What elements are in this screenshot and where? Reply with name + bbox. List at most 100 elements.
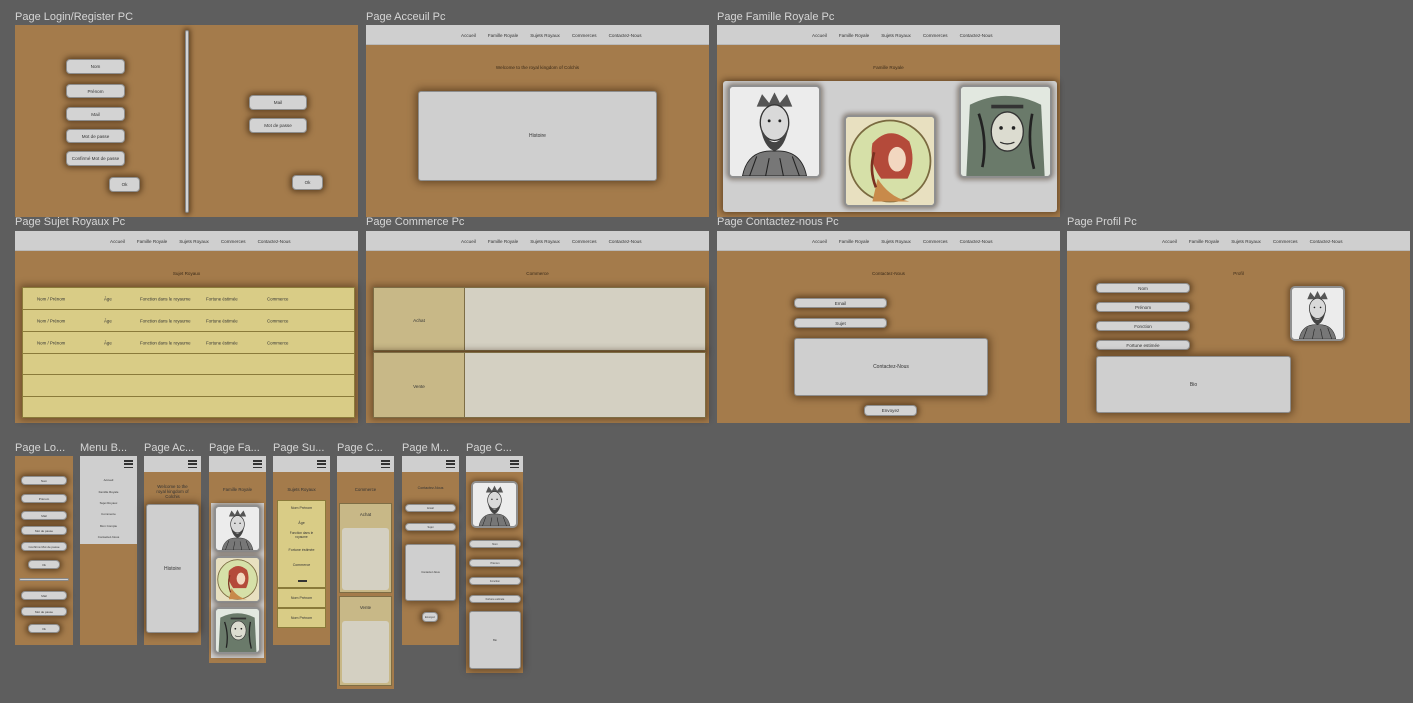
nav-contact[interactable]: Contactez-Nous [960,33,993,38]
collapse-handle[interactable] [298,580,307,582]
table-row[interactable]: Nom / Prénom Âge Fonction dans le royaum… [23,288,354,310]
nav-accueil[interactable]: Accueil [1162,239,1177,244]
m-mail2[interactable]: Mail [21,591,67,600]
m-ok[interactable]: Ok [28,560,60,569]
nav-contact[interactable]: Contactez-Nous [258,239,291,244]
m-achat-section[interactable]: Achat [339,503,392,593]
nav-contact[interactable]: Contactez-Nous [609,33,642,38]
nav-famille[interactable]: Famille Royale [1189,239,1219,244]
m-bio[interactable]: Bio [469,611,521,669]
nom-field[interactable]: Nom [66,59,125,74]
password-field[interactable]: Mot de passe [66,129,125,143]
m-table-row[interactable]: Nom Prénom [277,588,326,608]
nav-sujets[interactable]: Sujets Royaux [1231,239,1261,244]
achat-section[interactable]: Achat [373,287,706,351]
m-achat-content [342,528,389,590]
login-password-field[interactable]: Mot de passe [249,118,307,133]
burger-icon[interactable] [510,460,519,468]
login-mail-field[interactable]: Mail [249,95,307,110]
sujet-field[interactable]: Sujet [794,318,887,328]
m-email[interactable]: Email [405,504,456,512]
nav-sujets[interactable]: Sujets Royaux [179,239,209,244]
envoyez-button[interactable]: Envoyez [864,405,917,416]
nav-accueil[interactable]: Accueil [110,239,125,244]
nav-commerces[interactable]: Commerces [923,239,948,244]
prenom-field[interactable]: Prénom [66,84,125,98]
table-row[interactable]: Nom / Prénom Âge Fonction dans le royaum… [23,332,354,354]
m-mail[interactable]: Mail [21,511,67,520]
table-row[interactable]: Nom / Prénom Âge Fonction dans le royaum… [23,310,354,332]
burger-icon[interactable] [188,460,197,468]
mail-field[interactable]: Mail [66,107,125,121]
nav-contact[interactable]: Contactez-Nous [1310,239,1343,244]
m-ok2[interactable]: Ok [28,624,60,633]
m-profil-fonction[interactable]: Fonction [469,577,521,585]
burger-icon[interactable] [381,460,390,468]
nav-sujets[interactable]: Sujets Royaux [530,239,560,244]
nav-commerces[interactable]: Commerces [1273,239,1298,244]
m-profil-prenom[interactable]: Prénom [469,559,521,567]
nav-famille[interactable]: Famille Royale [839,239,869,244]
login-ok-button[interactable]: Ok [292,175,323,190]
nav-accueil[interactable]: Accueil [461,33,476,38]
burger-icon[interactable] [317,460,326,468]
menu-item-sujets[interactable]: Sujet Royaux [80,501,137,505]
table-row[interactable] [23,354,354,375]
nav-sujets[interactable]: Sujets Royaux [881,239,911,244]
profil-fonction[interactable]: Fonction [1096,321,1190,331]
m-confirm[interactable]: Confirmé Mot de passe [21,542,67,551]
m-mdp[interactable]: Mot de passe [21,526,67,535]
menu-item-accueil[interactable]: Accueil [80,478,137,482]
m-divider [19,578,69,581]
nav-accueil[interactable]: Accueil [461,239,476,244]
nav-accueil[interactable]: Accueil [812,33,827,38]
confirm-password-field[interactable]: Confirmé Mot de passe [66,151,125,166]
message-textarea[interactable]: Contactez-Nous [794,338,988,396]
m-message[interactable]: Contactez-Nous [405,544,456,601]
nav-famille[interactable]: Famille Royale [488,239,518,244]
m-table-row[interactable]: Nom Prénom [277,608,326,628]
menu-item-commerce[interactable]: Commerce [80,512,137,516]
menu-item-compte[interactable]: Mon Compte [80,524,137,528]
login-pc-frame: Nom Prénom Mail Mot de passe Confirmé Mo… [15,25,358,217]
m-prenom[interactable]: Prénom [21,494,67,503]
menu-item-famille[interactable]: Famille Royale [80,490,137,494]
nav-commerces[interactable]: Commerces [572,33,597,38]
m-subject-card[interactable]: Nom Prénom Âge Fonction dans le royaume … [277,500,326,588]
burger-icon[interactable] [446,460,455,468]
nav-famille[interactable]: Famille Royale [839,33,869,38]
table-row[interactable] [23,375,354,397]
profil-nom[interactable]: Nom [1096,283,1190,293]
m-menu-frame: Accueil Famille Royale Sujet Royaux Comm… [80,456,137,645]
menu-item-contact[interactable]: Contactez-Nous [80,535,137,539]
email-field[interactable]: Email [794,298,887,308]
burger-icon[interactable] [253,460,262,468]
m-envoyez[interactable]: Envoyez [422,612,438,622]
nav-sujets[interactable]: Sujets Royaux [881,33,911,38]
profil-prenom[interactable]: Prénom [1096,302,1190,312]
m-vente-section[interactable]: Vente [339,596,392,686]
vente-section[interactable]: Vente [373,352,706,418]
m-profil-nom[interactable]: Nom [469,540,521,548]
m-sujet[interactable]: Sujet [405,523,456,531]
nav-commerces[interactable]: Commerces [923,33,948,38]
nav-contact[interactable]: Contactez-Nous [960,239,993,244]
nav-commerces[interactable]: Commerces [221,239,246,244]
profil-fortune[interactable]: Fortune estimée [1096,340,1190,350]
nav-famille[interactable]: Famille Royale [488,33,518,38]
frame-title-m-message: Page M... [402,442,450,454]
bio-textarea[interactable]: Bio [1096,356,1291,413]
nav-contact[interactable]: Contactez-Nous [609,239,642,244]
m-nom[interactable]: Nom [21,476,67,485]
register-ok-button[interactable]: Ok [109,177,140,192]
burger-icon[interactable] [124,460,133,468]
nav-commerces[interactable]: Commerces [572,239,597,244]
nav-sujets[interactable]: Sujets Royaux [530,33,560,38]
m-mdp2[interactable]: Mot de passe [21,607,67,616]
m-sujets-frame: Sujets Royaux Nom Prénom Âge Fonction da… [273,456,330,645]
nav-accueil[interactable]: Accueil [812,239,827,244]
achat-content [464,288,705,350]
m-profil-fortune[interactable]: Fortune estimée [469,595,521,603]
cell-age: Âge [104,318,112,323]
nav-famille[interactable]: Famille Royale [137,239,167,244]
